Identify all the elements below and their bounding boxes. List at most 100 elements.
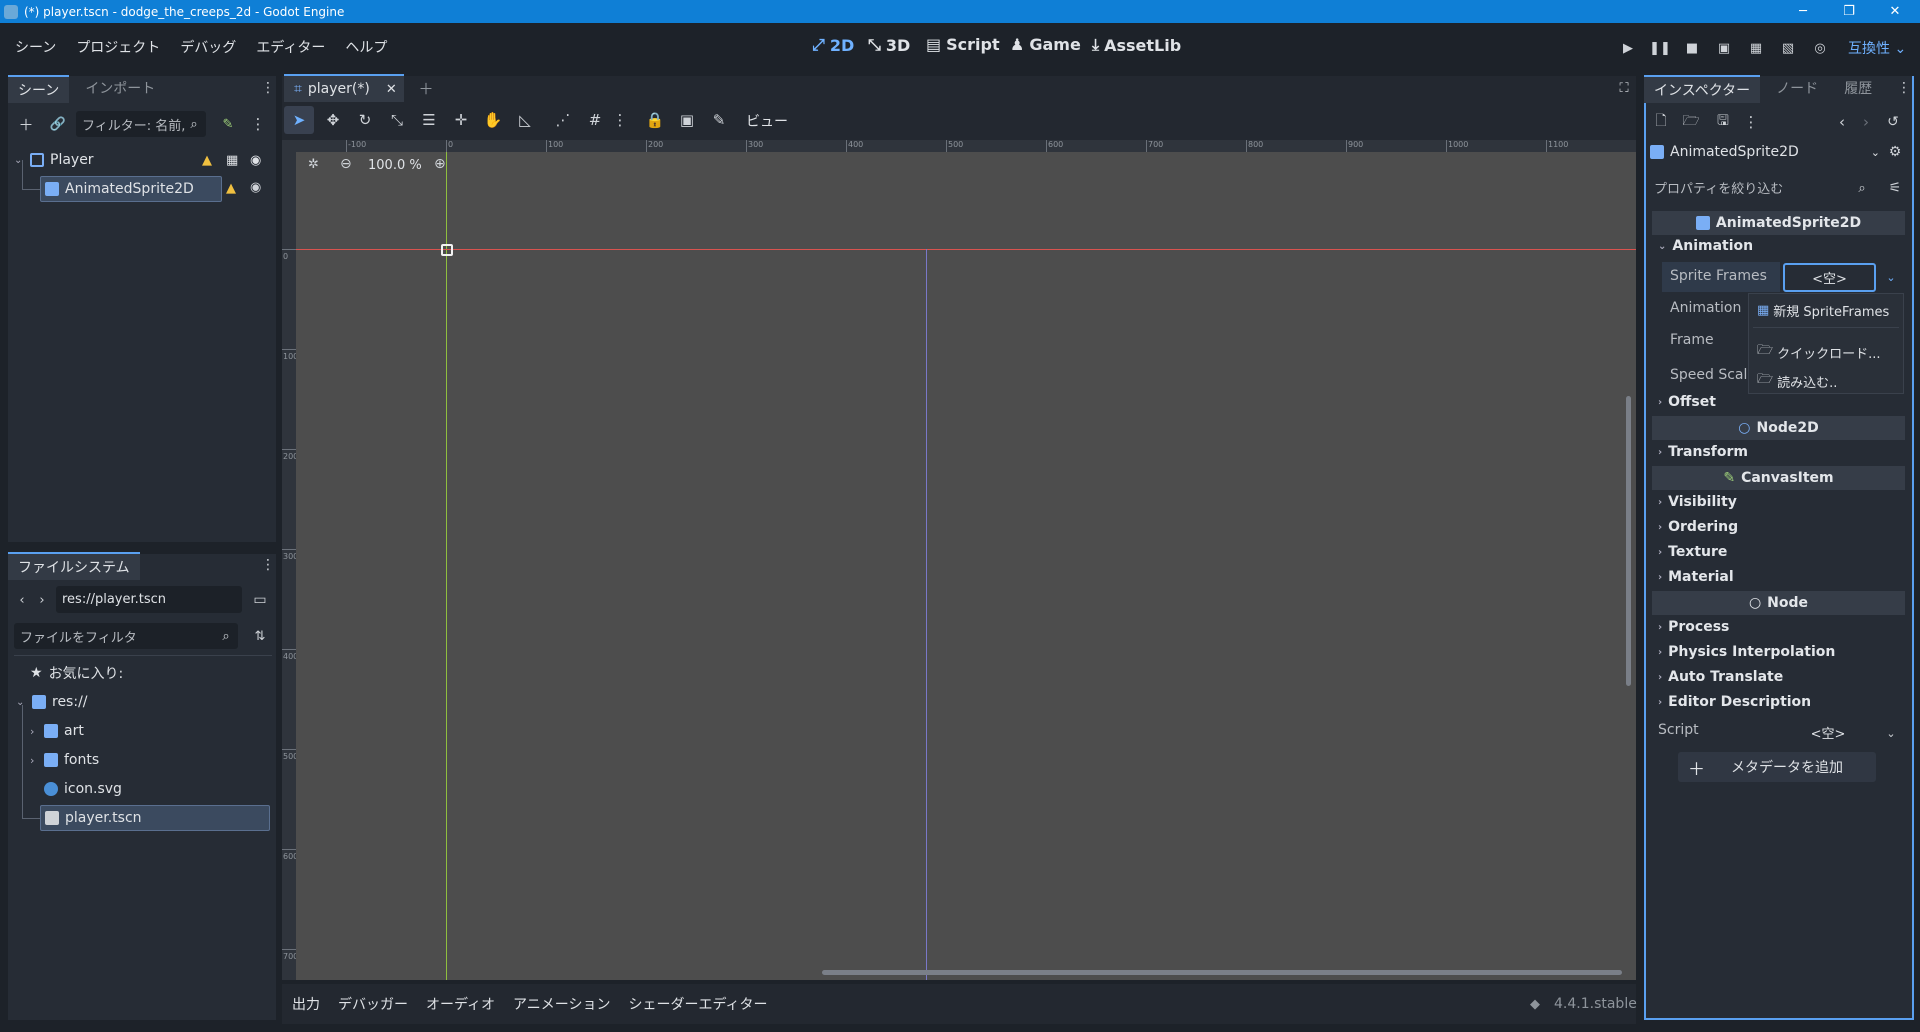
menu-scene[interactable]: シーン [7,37,64,57]
folder-res[interactable]: ⌄ res:// [16,689,88,715]
view-menu[interactable]: ビュー [746,111,788,131]
play-scene-icon[interactable]: ▦ [1745,37,1767,59]
visibility-eye-icon[interactable]: ◉ [250,153,261,168]
chevron-down-icon[interactable]: ⌄ [1882,722,1900,744]
tree-node-animatedsprite2d[interactable]: AnimatedSprite2D [40,176,222,202]
category-material[interactable]: › Material [1658,569,1734,585]
rotate-tool-icon[interactable]: ↻ [350,106,380,134]
section-canvasitem[interactable]: ✎ CanvasItem [1652,466,1905,490]
zoom-level[interactable]: 100.0 % [368,158,422,173]
tab-audio[interactable]: オーディオ [426,994,495,1014]
back-icon[interactable]: ‹ [14,588,30,612]
move-tool-icon[interactable]: ✥ [318,106,348,134]
menu-debug[interactable]: デバッグ [172,37,244,57]
group-select-icon[interactable]: ▣ [672,106,702,134]
section-node2d[interactable]: ○ Node2D [1652,416,1905,440]
play-custom-scene-icon[interactable]: ▧ [1777,37,1799,59]
sort-icon[interactable]: ⇅ [248,624,272,648]
category-offset[interactable]: › Offset [1658,394,1716,410]
add-metadata-button[interactable]: ＋ メタデータを追加 [1678,752,1876,782]
category-process[interactable]: › Process [1658,619,1729,635]
lock-icon[interactable]: 🔒 [640,106,670,134]
file-filter-input[interactable]: ファイルをフィルタ [14,623,238,649]
workspace-game-button[interactable]: ♟ Game [1010,35,1081,54]
snap-options-icon[interactable]: ⋮ [610,106,630,134]
workspace-assetlib-button[interactable]: ⤓ AssetLib [1092,35,1181,55]
file-player-tscn[interactable]: player.tscn [40,805,270,831]
tab-shader-editor[interactable]: シェーダーエディター [628,994,767,1014]
chevron-right-icon[interactable]: › [30,725,44,738]
list-select-icon[interactable]: ☰ [414,106,444,134]
tab-filesystem[interactable]: ファイルシステム [8,552,140,580]
attach-script-icon[interactable]: ✎ [216,112,240,136]
tab-import[interactable]: インポート [75,75,165,103]
workspace-3d-button[interactable]: ⤡ 3D [868,35,910,55]
workspace-2d-button[interactable]: ⤢ 2D [812,35,854,55]
property-filter-input[interactable]: プロパティを絞り込む [1648,174,1880,201]
stop-icon[interactable]: ■ [1681,37,1703,59]
notification-icon[interactable]: ◆ [1530,997,1540,1012]
ruler-tool-icon[interactable]: ◺ [510,106,540,134]
section-animatedsprite2d[interactable]: AnimatedSprite2D [1652,211,1905,235]
script-value[interactable]: <空> [1780,719,1876,745]
tab-inspector[interactable]: インスペクター [1644,75,1761,103]
center-view-icon[interactable]: ✲ [308,157,319,172]
workspace-script-button[interactable]: ▤ Script [926,35,1000,54]
smart-snap-icon[interactable]: ⋰ [548,106,578,134]
instance-scene-icon[interactable]: 🔗 [46,112,70,136]
save-resource-icon[interactable]: 🖫 [1712,110,1734,134]
vertical-scrollbar[interactable] [1626,396,1631,686]
pan-tool-icon[interactable]: ✋ [478,106,508,134]
node-tools-icon[interactable]: ⚙ [1884,140,1906,164]
dock-menu-icon[interactable]: ⋮ [261,555,275,575]
new-resource-icon[interactable]: 🗋 [1650,110,1672,134]
category-animation[interactable]: ⌄ Animation [1658,238,1753,254]
folder-art[interactable]: › art [30,718,84,744]
close-window-button[interactable]: ✕ [1872,0,1918,23]
category-texture[interactable]: › Texture [1658,544,1727,560]
pause-icon[interactable]: ❚❚ [1649,37,1671,59]
tab-output[interactable]: 出力 [292,994,320,1014]
zoom-in-icon[interactable]: ⊕ [434,156,446,172]
tab-player-scene[interactable]: ⌗ player(*) ✕ [284,74,404,102]
tab-debugger[interactable]: デバッガー [338,994,408,1014]
dock-menu-icon[interactable]: ⋮ [1897,78,1911,98]
warning-icon[interactable]: ▲ [202,153,212,168]
tree-node-player[interactable]: ⌄ Player ▲ ▦ ◉ [14,147,270,173]
category-editor-description[interactable]: › Editor Description [1658,694,1811,710]
menu-project[interactable]: プロジェクト [68,37,168,57]
category-auto-translate[interactable]: › Auto Translate [1658,669,1783,685]
folder-fonts[interactable]: › fonts [30,747,99,773]
inspected-object-selector[interactable]: AnimatedSprite2D ⌄ [1650,139,1880,165]
visibility-eye-icon[interactable]: ◉ [250,180,261,195]
category-transform[interactable]: › Transform [1658,444,1748,460]
warning-icon[interactable]: ▲ [226,181,236,196]
canvas-viewport[interactable]: ✲ ⊖ 100.0 % ⊕ [296,152,1636,980]
pivot-tool-icon[interactable]: ✛ [446,106,476,134]
chevron-down-icon[interactable]: ⌄ [1882,266,1900,288]
category-ordering[interactable]: › Ordering [1658,519,1738,535]
renderer-selector[interactable]: 互換性 ⌄ [1848,38,1906,58]
menu-editor[interactable]: エディター [248,37,333,57]
menu-item-quickload[interactable]: 🗁 クイックロード... [1757,341,1881,363]
open-resource-icon[interactable]: 🗁 [1680,110,1702,134]
tab-animation[interactable]: アニメーション [513,994,610,1014]
scene-tree-menu-icon[interactable]: ⋮ [246,112,270,136]
bone-icon[interactable]: ✎ [704,106,734,134]
zoom-out-icon[interactable]: ⊖ [340,156,352,172]
fullscreen-icon[interactable]: ⛶ [1614,78,1634,98]
history-forward-icon[interactable]: › [1858,110,1874,134]
tab-history[interactable]: 履歴 [1834,75,1882,103]
history-back-icon[interactable]: ‹ [1834,110,1850,134]
sprite-origin-handle[interactable] [441,244,453,256]
scale-tool-icon[interactable]: ⤡ [382,106,412,134]
filesystem-path-input[interactable]: res://player.tscn [56,586,242,613]
file-icon-svg[interactable]: icon.svg [44,776,122,802]
favorites-item[interactable]: ★ お気に入り: [30,660,123,686]
forward-icon[interactable]: › [34,588,50,612]
remote-debug-icon[interactable]: ▣ [1713,37,1735,59]
menu-item-load[interactable]: 🗁 読み込む.. [1757,370,1837,392]
play-icon[interactable]: ▶ [1617,37,1639,59]
close-tab-icon[interactable]: ✕ [386,82,397,97]
add-node-icon[interactable]: ＋ [14,112,38,136]
